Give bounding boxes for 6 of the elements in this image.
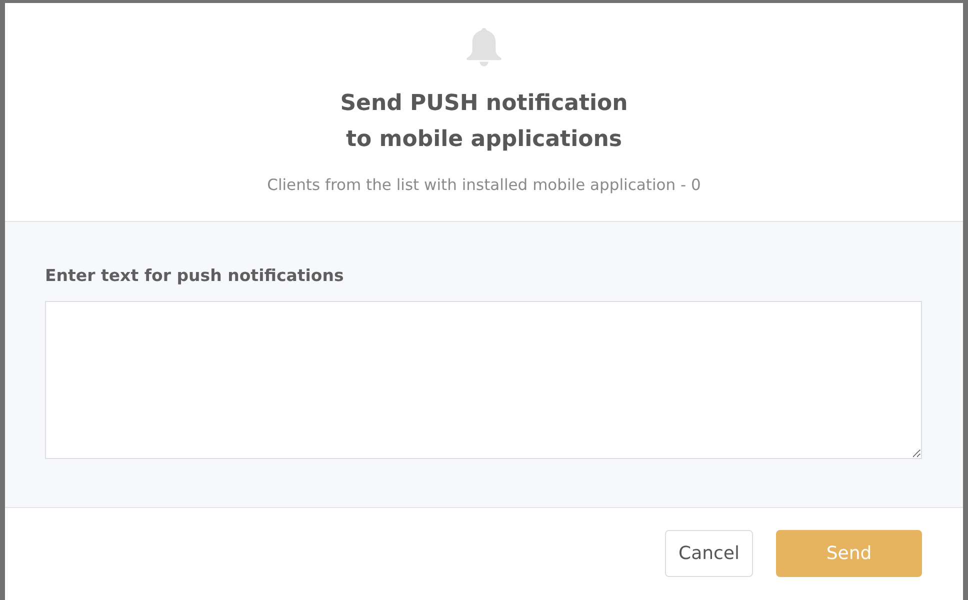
cancel-button[interactable]: Cancel <box>665 530 753 577</box>
dialog-subtitle: Clients from the list with installed mobile application - 0 <box>267 175 701 196</box>
dialog-title: Send PUSH notification to mobile applications <box>340 90 628 154</box>
message-field[interactable] <box>45 301 922 459</box>
bell-icon <box>466 28 502 67</box>
field-label: Enter text for push notifications <box>45 265 344 287</box>
